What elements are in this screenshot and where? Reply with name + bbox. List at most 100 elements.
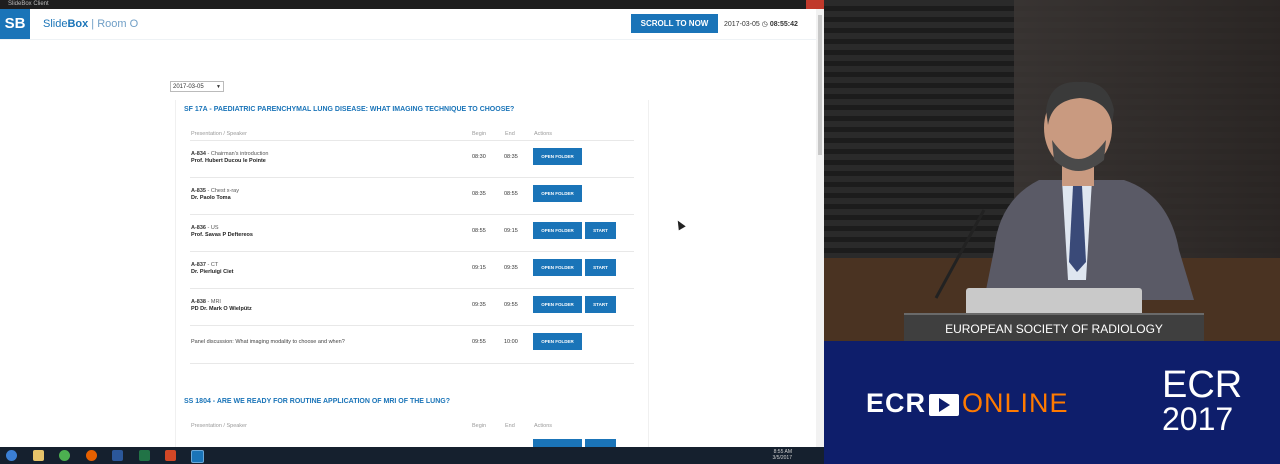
main-content: 2017-03-05 ▼ SF 17A - PAEDIATRIC PARENCHY… — [0, 40, 816, 447]
word-icon[interactable] — [112, 450, 123, 461]
table-row: A-837 - CT Dr. Pierluigi Ciet 09:15 09:3… — [190, 251, 634, 289]
start-button[interactable]: START — [585, 259, 616, 276]
logo-ecr-text: ECR — [1162, 364, 1243, 406]
open-folder-button[interactable]: OPEN FOLDER — [533, 259, 582, 276]
presentation-code: A-835 - Chest x-ray — [191, 188, 239, 194]
chevron-down-icon: ▼ — [216, 84, 221, 90]
code-label: A-834 — [191, 151, 206, 157]
topic-label: - MRI — [205, 299, 221, 305]
laptop — [966, 288, 1142, 314]
open-folder-button[interactable]: OPEN FOLDER — [533, 185, 582, 202]
table-row: A-835 - Chest x-ray Dr. Paolo Toma 08:35… — [190, 177, 634, 215]
scrollbar-thumb[interactable] — [818, 15, 822, 155]
chrome-icon[interactable] — [59, 450, 70, 461]
brand-name: SlideBox | Room O — [43, 18, 138, 30]
begin-time: 09:15 — [472, 265, 486, 271]
banner-online-text: ONLINE — [962, 388, 1069, 418]
column-header-presentation: Presentation / Speaker — [191, 131, 247, 137]
taskbar: 8:55 AM 3/5/2017 — [0, 447, 824, 464]
presentation-code: A-836 - US — [191, 225, 219, 231]
window-title: SlideBox Client — [8, 1, 49, 7]
banner-ecr-text: ECR — [866, 388, 927, 418]
column-header-actions: Actions — [534, 423, 553, 429]
code-label: A-836 — [191, 225, 206, 231]
speaker-name: Prof. Hubert Ducou le Pointe — [191, 158, 266, 164]
open-folder-button[interactable]: OPEN FOLDER — [533, 222, 582, 239]
room-label: | Room O — [88, 18, 139, 30]
column-header-begin: Begin — [472, 131, 487, 137]
podium-sign: EUROPEAN SOCIETY OF RADIOLOGY — [945, 322, 1163, 336]
date-select-value: 2017-03-05 — [173, 84, 204, 90]
ecr-banner: ECR ONLINE ECR 2017 — [824, 341, 1280, 464]
begin-time: 09:55 — [472, 339, 486, 345]
presentation-code: A-834 - Chairman's introduction — [191, 151, 268, 157]
firefox-icon[interactable] — [86, 450, 97, 461]
page-scrollbar[interactable] — [816, 9, 824, 447]
column-header-end: End — [505, 423, 515, 429]
begin-time: 09:35 — [472, 302, 486, 308]
session-panel: SS 1804 - ARE WE READY FOR ROUTINE APPLI… — [175, 392, 649, 447]
app-logo: SB — [0, 9, 30, 39]
table-row: Panel discussion: What imaging modality … — [190, 325, 634, 364]
code-label: A-835 — [191, 188, 206, 194]
brand-bold: Box — [67, 18, 89, 30]
tray-date: 3/5/2017 — [772, 455, 792, 461]
column-header-end: End — [505, 131, 515, 137]
file-explorer-icon[interactable] — [33, 450, 44, 461]
end-time: 09:15 — [504, 228, 518, 234]
clock-time: 08:55:42 — [769, 21, 798, 28]
end-time: 10:00 — [504, 339, 518, 345]
end-time: 09:35 — [504, 265, 518, 271]
speaker-video: EUROPEAN SOCIETY OF RADIOLOGY — [824, 0, 1280, 341]
begin-time: 08:55 — [472, 228, 486, 234]
logo-year-text: 2017 — [1162, 401, 1234, 437]
speaker-name: Dr. Paolo Toma — [191, 195, 231, 201]
powerpoint-icon[interactable] — [165, 450, 176, 461]
ecr-online-logo: ECR ONLINE — [866, 388, 1069, 419]
brand-prefix: Slide — [43, 18, 68, 30]
date-select[interactable]: 2017-03-05 ▼ — [170, 81, 224, 92]
topic-label: - US — [205, 225, 219, 231]
open-folder-button[interactable] — [533, 439, 582, 447]
presentation-code: A-837 - CT — [191, 262, 218, 268]
table-row: A-836 - US Prof. Savas P Deftereos 08:55… — [190, 214, 634, 252]
mouse-cursor-icon — [674, 218, 686, 231]
speaker-name: Dr. Pierluigi Ciet — [191, 269, 234, 275]
system-tray: 8:55 AM 3/5/2017 — [748, 449, 792, 461]
podium: EUROPEAN SOCIETY OF RADIOLOGY — [904, 313, 1204, 341]
start-button[interactable]: START — [585, 296, 616, 313]
presentation-code: A-838 - MRI — [191, 299, 221, 305]
screen-capture: SlideBox Client SB SlideBox | Room O SCR… — [0, 0, 824, 464]
end-time: 09:55 — [504, 302, 518, 308]
open-folder-button[interactable]: OPEN FOLDER — [533, 296, 582, 313]
begin-time: 08:35 — [472, 191, 486, 197]
clock-icon: ◷ — [761, 21, 768, 28]
panel-discussion-label: Panel discussion: What imaging modality … — [191, 339, 345, 345]
start-menu-icon[interactable] — [6, 450, 17, 461]
scroll-to-now-button[interactable]: SCROLL TO NOW — [631, 14, 718, 33]
end-time: 08:55 — [504, 191, 518, 197]
begin-time: 08:30 — [472, 154, 486, 160]
topic-label: - Chairman's introduction — [205, 151, 269, 157]
start-button[interactable]: START — [585, 222, 616, 239]
topic-label: - CT — [205, 262, 219, 268]
open-folder-button[interactable]: OPEN FOLDER — [533, 148, 582, 165]
code-label: A-837 — [191, 262, 206, 268]
column-header-presentation: Presentation / Speaker — [191, 423, 247, 429]
column-header-begin: Begin — [472, 423, 487, 429]
excel-icon[interactable] — [139, 450, 150, 461]
slidebox-taskbar-icon[interactable] — [191, 450, 204, 463]
session-title[interactable]: SF 17A - PAEDIATRIC PARENCHYMAL LUNG DIS… — [184, 106, 514, 113]
clock: 2017-03-05 ◷ 08:55:42 — [724, 20, 798, 28]
table-row: A-834 - Chairman's introduction Prof. Hu… — [190, 140, 634, 178]
column-header-actions: Actions — [534, 131, 553, 137]
app-header: SB SlideBox | Room O SCROLL TO NOW 2017-… — [0, 9, 816, 40]
close-window-button[interactable] — [806, 0, 824, 9]
session-title[interactable]: SS 1804 - ARE WE READY FOR ROUTINE APPLI… — [184, 398, 450, 405]
speaker-name: PD Dr. Mark O Wielpütz — [191, 306, 252, 312]
open-folder-button[interactable]: OPEN FOLDER — [533, 333, 582, 350]
session-panel: SF 17A - PAEDIATRIC PARENCHYMAL LUNG DIS… — [175, 100, 649, 400]
start-button[interactable] — [585, 439, 616, 447]
play-icon — [929, 393, 960, 416]
clock-date: 2017-03-05 — [724, 21, 760, 28]
